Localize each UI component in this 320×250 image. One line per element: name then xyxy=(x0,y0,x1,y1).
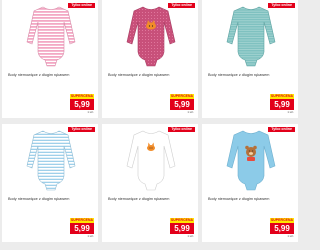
product-description[interactable]: Body niemowlęce z długim rękawem xyxy=(108,197,194,201)
product-card[interactable]: Tylko online Body niemowlęce z długim rę… xyxy=(202,124,298,242)
product-description[interactable]: Body niemowlęce z długim rękawem xyxy=(208,73,294,77)
product-image[interactable] xyxy=(126,2,176,68)
price-value: 5,99 xyxy=(270,223,294,234)
price-unit: 1 szt. xyxy=(87,234,94,238)
price-badge: SUPERCENA 5,99 1 szt. xyxy=(170,94,194,115)
price-badge: SUPERCENA 5,99 1 szt. xyxy=(270,94,294,115)
product-card[interactable]: Tylko online Body niemowlęce z długim rę… xyxy=(102,124,198,242)
product-description[interactable]: Body niemowlęce z długim rękawem xyxy=(8,73,94,77)
product-description[interactable]: Body niemowlęce z długim rękawem xyxy=(108,73,194,77)
price-badge: SUPERCENA 5,99 1 szt. xyxy=(70,94,94,115)
price-unit: 1 szt. xyxy=(187,110,194,114)
product-card[interactable]: Tylko online Body niemowlęce z długim rę… xyxy=(202,0,298,118)
product-card[interactable]: Tylko online Body niemowlęce z długim rę… xyxy=(2,124,98,242)
price-value: 5,99 xyxy=(270,99,294,110)
product-image[interactable] xyxy=(226,2,276,68)
product-description[interactable]: Body niemowlęce z długim rękawem xyxy=(8,197,94,201)
product-image[interactable] xyxy=(26,126,76,192)
price-value: 5,99 xyxy=(70,223,94,234)
product-description[interactable]: Body niemowlęce z długim rękawem xyxy=(208,197,294,201)
price-unit: 1 szt. xyxy=(87,110,94,114)
price-badge: SUPERCENA 5,99 1 szt. xyxy=(70,218,94,239)
product-card[interactable]: Tylko online Body niemowlęce z długim rę… xyxy=(102,0,198,118)
price-value: 5,99 xyxy=(170,223,194,234)
price-badge: SUPERCENA 5,99 1 szt. xyxy=(270,218,294,239)
product-image[interactable] xyxy=(26,2,76,68)
price-unit: 1 szt. xyxy=(187,234,194,238)
product-image[interactable] xyxy=(126,126,176,192)
price-value: 5,99 xyxy=(170,99,194,110)
product-grid: Tylko online Body niemowlęce z długim rę… xyxy=(0,0,300,250)
price-value: 5,99 xyxy=(70,99,94,110)
product-image[interactable] xyxy=(226,126,276,192)
product-card[interactable]: Tylko online Body niemowlęce z długim rę… xyxy=(2,0,98,118)
price-unit: 1 szt. xyxy=(287,110,294,114)
price-unit: 1 szt. xyxy=(287,234,294,238)
price-badge: SUPERCENA 5,99 1 szt. xyxy=(170,218,194,239)
